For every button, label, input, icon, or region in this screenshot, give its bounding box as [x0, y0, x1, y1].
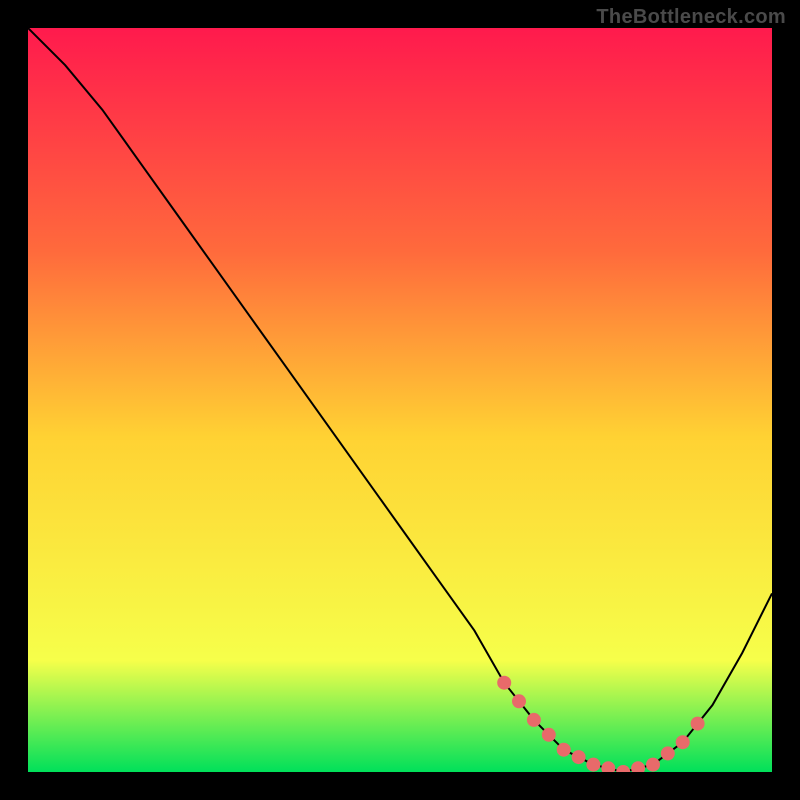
- optimal-marker: [691, 717, 705, 731]
- optimal-marker: [661, 746, 675, 760]
- optimal-marker: [557, 743, 571, 757]
- optimal-marker: [676, 735, 690, 749]
- bottleneck-chart: [28, 28, 772, 772]
- chart-stage: TheBottleneck.com: [0, 0, 800, 800]
- optimal-marker: [572, 750, 586, 764]
- gradient-background: [28, 28, 772, 772]
- optimal-marker: [646, 758, 660, 772]
- optimal-marker: [586, 758, 600, 772]
- optimal-marker: [542, 728, 556, 742]
- optimal-marker: [497, 676, 511, 690]
- optimal-marker: [512, 694, 526, 708]
- optimal-marker: [527, 713, 541, 727]
- watermark-text: TheBottleneck.com: [596, 6, 786, 29]
